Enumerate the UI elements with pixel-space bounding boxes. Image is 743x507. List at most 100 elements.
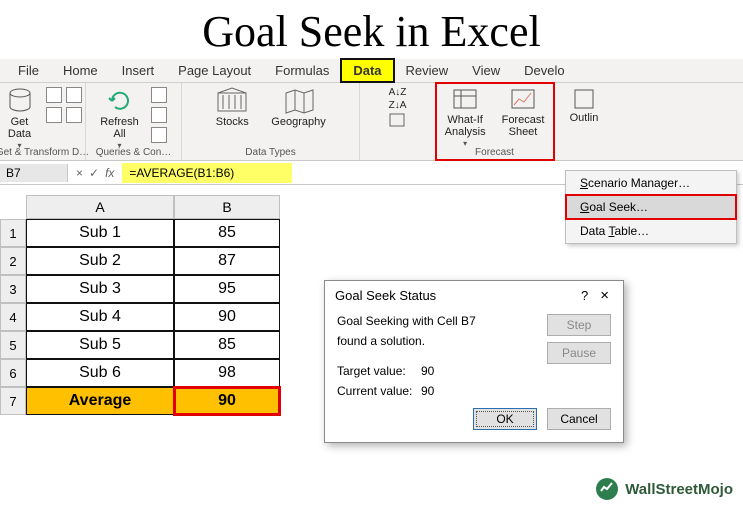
chevron-down-icon: ▾: [463, 139, 467, 148]
from-text-icon[interactable]: [46, 87, 62, 103]
dialog-help-button[interactable]: ?: [573, 288, 596, 303]
group-label: [396, 147, 399, 158]
stocks-icon: [215, 87, 249, 115]
sort-za-button[interactable]: Z↓A: [387, 100, 409, 111]
tab-data[interactable]: Data: [341, 59, 393, 82]
dialog-title: Goal Seek Status: [335, 288, 436, 303]
tab-file[interactable]: File: [6, 59, 51, 82]
group-label: Forecast: [475, 147, 514, 158]
database-icon: [6, 87, 34, 115]
group-forecast: What-If Analysis ▾ Forecast Sheet Foreca…: [436, 83, 554, 160]
watermark: WallStreetMojo: [595, 477, 733, 501]
queries-smallicons: [151, 87, 171, 143]
geography-button[interactable]: Geography: [267, 87, 329, 128]
group-outline: Outlin: [554, 83, 614, 160]
cell-b3[interactable]: 95: [174, 275, 280, 303]
cell-a7[interactable]: Average: [26, 387, 174, 415]
group-label: [583, 147, 586, 158]
cell-b2[interactable]: 87: [174, 247, 280, 275]
tab-formulas[interactable]: Formulas: [263, 59, 341, 82]
what-if-menu: Scenario Manager… Goal Seek… Data Table…: [565, 170, 737, 244]
row-header[interactable]: 3: [0, 275, 26, 303]
row-header[interactable]: 4: [0, 303, 26, 331]
row-header[interactable]: 2: [0, 247, 26, 275]
formula-input[interactable]: =AVERAGE(B1:B6): [122, 163, 292, 183]
target-label: Target value:: [337, 364, 415, 378]
ribbon: Get Data ▾ Get & Transform D… Refresh Al…: [0, 83, 743, 161]
tab-developer[interactable]: Develo: [512, 59, 576, 82]
edit-links-icon[interactable]: [151, 127, 167, 143]
ribbon-tabs: File Home Insert Page Layout Formulas Da…: [0, 59, 743, 83]
tab-insert[interactable]: Insert: [110, 59, 167, 82]
get-transform-smallicons: [46, 87, 84, 123]
from-web-icon[interactable]: [66, 87, 82, 103]
dialog-msg-2: found a solution.: [337, 334, 537, 348]
get-data-button[interactable]: Get Data ▾: [2, 87, 38, 150]
recent-sources-icon[interactable]: [66, 107, 82, 123]
row-header[interactable]: 5: [0, 331, 26, 359]
outline-icon: [572, 87, 596, 111]
cell-b6[interactable]: 98: [174, 359, 280, 387]
pause-button: Pause: [547, 342, 611, 364]
outline-button[interactable]: Outlin: [566, 87, 603, 124]
group-sort-filter: A↓Z Z↓A: [360, 83, 436, 160]
what-if-analysis-button[interactable]: What-If Analysis ▾: [441, 87, 490, 148]
cell-a1[interactable]: Sub 1: [26, 219, 174, 247]
cell-b1[interactable]: 85: [174, 219, 280, 247]
row-header[interactable]: 6: [0, 359, 26, 387]
row-header[interactable]: 7: [0, 387, 26, 415]
cell-a2[interactable]: Sub 2: [26, 247, 174, 275]
tab-review[interactable]: Review: [394, 59, 461, 82]
cell-b7[interactable]: 90: [174, 387, 280, 415]
cancel-button[interactable]: Cancel: [547, 408, 611, 430]
row-header[interactable]: 1: [0, 219, 26, 247]
group-label: Data Types: [245, 147, 295, 158]
name-box[interactable]: B7: [0, 164, 68, 182]
col-header-b[interactable]: B: [174, 195, 280, 219]
cell-a4[interactable]: Sub 4: [26, 303, 174, 331]
col-header-a[interactable]: A: [26, 195, 174, 219]
sort-icon: [389, 113, 405, 127]
forecast-icon: [509, 87, 537, 113]
dialog-msg-1: Goal Seeking with Cell B7: [337, 314, 537, 328]
fx-icon[interactable]: fx: [105, 166, 114, 180]
map-icon: [282, 87, 316, 115]
cell-a3[interactable]: Sub 3: [26, 275, 174, 303]
forecast-sheet-button[interactable]: Forecast Sheet: [498, 87, 549, 138]
current-label: Current value:: [337, 384, 415, 398]
sort-az-button[interactable]: A↓Z: [387, 87, 409, 98]
enter-formula-icon[interactable]: ✓: [89, 166, 99, 180]
ok-button[interactable]: OK: [473, 408, 537, 430]
cell-b4[interactable]: 90: [174, 303, 280, 331]
what-if-icon: [451, 87, 479, 113]
tab-home[interactable]: Home: [51, 59, 110, 82]
properties-icon[interactable]: [151, 107, 167, 123]
current-value: 90: [421, 384, 434, 398]
group-queries: Refresh All ▾ Queries & Con…: [86, 83, 182, 160]
refresh-icon: [106, 87, 134, 115]
menu-data-table[interactable]: Data Table…: [566, 219, 736, 243]
menu-scenario-manager[interactable]: Scenario Manager…: [566, 171, 736, 195]
group-get-transform: Get Data ▾ Get & Transform D…: [0, 83, 86, 160]
step-button: Step: [547, 314, 611, 336]
group-label: Get & Transform D…: [0, 147, 89, 158]
stocks-button[interactable]: Stocks: [211, 87, 253, 128]
refresh-all-button[interactable]: Refresh All ▾: [96, 87, 143, 150]
sort-button[interactable]: [387, 113, 409, 127]
menu-goal-seek[interactable]: Goal Seek…: [566, 195, 736, 219]
cell-a6[interactable]: Sub 6: [26, 359, 174, 387]
wallstreetmojo-logo-icon: [595, 477, 619, 501]
page-title: Goal Seek in Excel: [0, 0, 743, 59]
goal-seek-status-dialog: Goal Seek Status ? × Goal Seeking with C…: [324, 280, 624, 443]
target-value: 90: [421, 364, 434, 378]
tab-page-layout[interactable]: Page Layout: [166, 59, 263, 82]
connections-icon[interactable]: [151, 87, 167, 103]
from-table-icon[interactable]: [46, 107, 62, 123]
group-data-types: Stocks Geography Data Types: [182, 83, 360, 160]
group-label: Queries & Con…: [96, 147, 172, 158]
tab-view[interactable]: View: [460, 59, 512, 82]
cancel-formula-icon[interactable]: ×: [76, 166, 83, 180]
cell-b5[interactable]: 85: [174, 331, 280, 359]
cell-a5[interactable]: Sub 5: [26, 331, 174, 359]
dialog-close-button[interactable]: ×: [596, 287, 613, 304]
